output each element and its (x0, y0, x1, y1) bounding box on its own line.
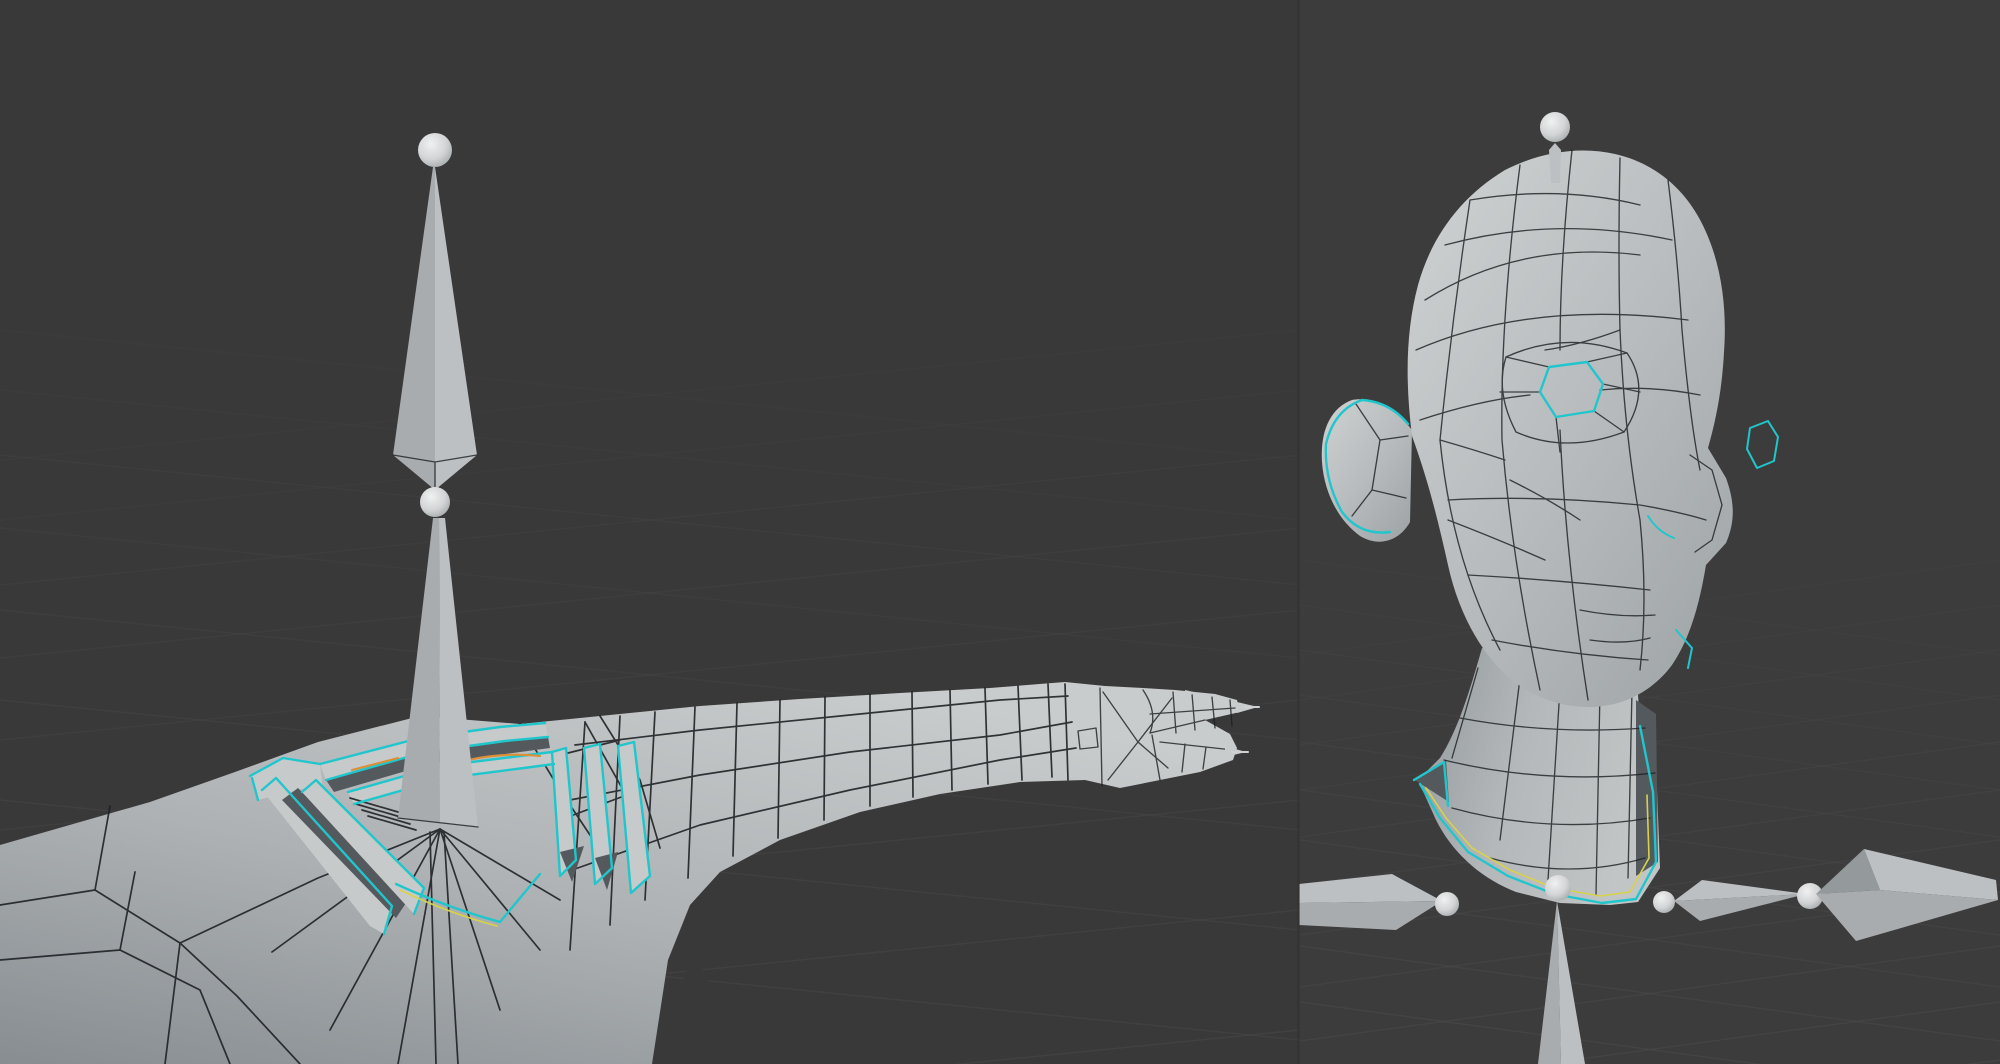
head-tip-sphere[interactable] (1540, 112, 1570, 142)
right-viewport[interactable] (1299, 0, 2000, 1064)
viewport-divider (1297, 0, 1300, 1064)
joint-sphere-neck[interactable] (1545, 875, 1571, 901)
left-viewport[interactable] (0, 0, 1300, 1064)
joint-sphere-left[interactable] (1435, 892, 1459, 916)
bone-joint-sphere[interactable] (420, 487, 450, 517)
joint-sphere-mid[interactable] (1653, 891, 1675, 913)
bone-tip-sphere[interactable] (418, 133, 452, 167)
viewport-screenshot (0, 0, 2000, 1064)
